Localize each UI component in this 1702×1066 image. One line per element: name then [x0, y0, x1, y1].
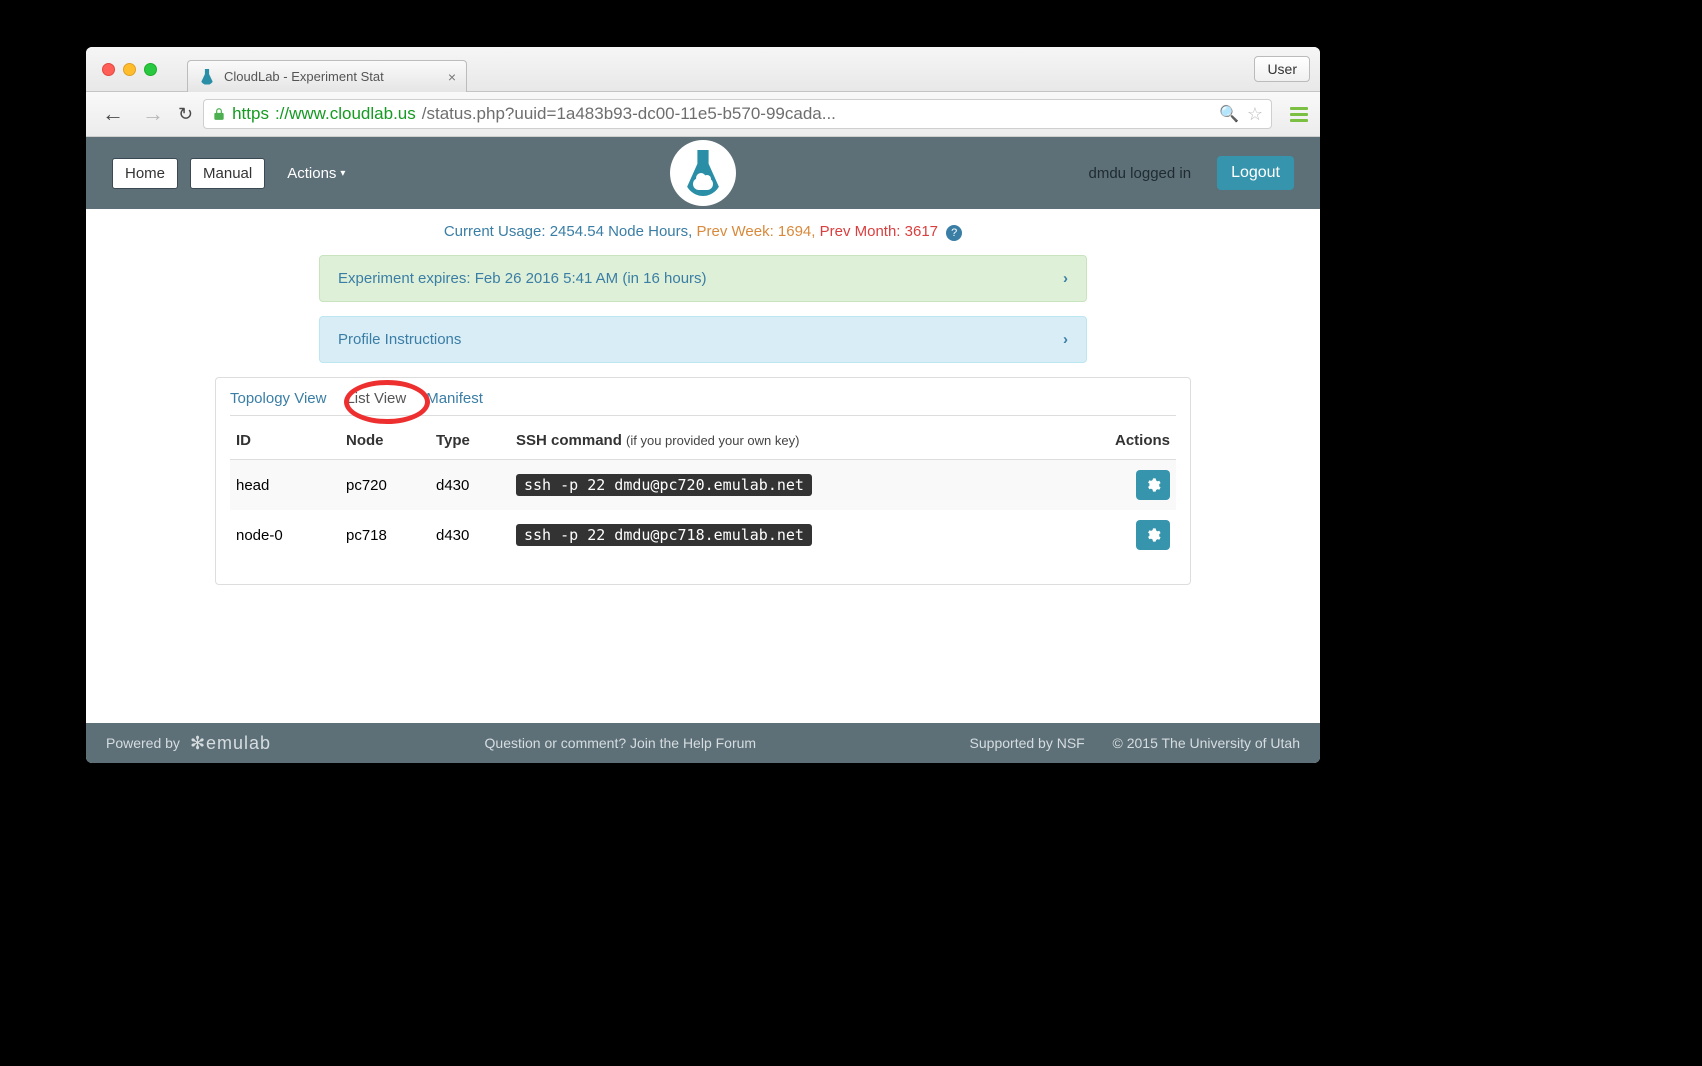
expiry-text: Experiment expires: Feb 26 2016 5:41 AM …: [338, 270, 707, 287]
chevron-down-icon: ▾: [340, 168, 345, 179]
url-host: ://www.cloudlab.us: [275, 104, 416, 124]
cell-node: pc718: [340, 510, 430, 560]
emulab-logo[interactable]: ✻emulab: [190, 733, 271, 754]
powered-by-label: Powered by: [106, 735, 180, 751]
star-icon[interactable]: ☆: [1247, 104, 1263, 125]
copyright-label: © 2015 The University of Utah: [1113, 735, 1300, 751]
actions-dropdown[interactable]: Actions ▾: [277, 159, 355, 188]
col-type: Type: [430, 422, 510, 460]
usage-current-value: 2454.54 Node Hours,: [550, 223, 693, 240]
tab-title: CloudLab - Experiment Stat: [224, 69, 384, 84]
row-actions-button[interactable]: [1136, 470, 1170, 500]
expiry-panel[interactable]: Experiment expires: Feb 26 2016 5:41 AM …: [319, 255, 1087, 302]
manual-button[interactable]: Manual: [190, 158, 265, 189]
ssh-command[interactable]: ssh -p 22 dmdu@pc720.emulab.net: [516, 474, 812, 496]
cloudlab-logo[interactable]: [670, 140, 736, 206]
usage-prev-month: Prev Month: 3617: [820, 223, 938, 240]
browser-window: CloudLab - Experiment Stat × User ← → ↻ …: [86, 47, 1320, 763]
actions-label: Actions: [287, 165, 336, 182]
col-ssh: SSH command (if you provided your own ke…: [510, 422, 1096, 460]
cell-id: node-0: [230, 510, 340, 560]
help-icon[interactable]: ?: [946, 225, 962, 241]
col-ssh-label: SSH command: [516, 432, 622, 449]
usage-prev-week: Prev Week: 1694,: [696, 223, 815, 240]
cell-id: head: [230, 460, 340, 511]
chevron-right-icon: ›: [1063, 270, 1068, 287]
browser-toolbar: ← → ↻ https ://www.cloudlab.us/status.php…: [86, 92, 1320, 137]
app-footer: Powered by ✻emulab Question or comment? …: [86, 723, 1320, 763]
logout-button[interactable]: Logout: [1217, 156, 1294, 190]
search-icon[interactable]: 🔍: [1219, 104, 1239, 124]
list-container: Topology View List View Manifest ID Node…: [215, 377, 1191, 585]
favicon-icon: [198, 68, 216, 86]
user-button[interactable]: User: [1254, 56, 1310, 82]
ssh-command[interactable]: ssh -p 22 dmdu@pc718.emulab.net: [516, 524, 812, 546]
logged-in-label: dmdu logged in: [1088, 165, 1191, 182]
close-icon[interactable]: [102, 63, 115, 76]
instructions-text: Profile Instructions: [338, 331, 461, 348]
table-row: node-0 pc718 d430 ssh -p 22 dmdu@pc718.e…: [230, 510, 1176, 560]
tab-list-view[interactable]: List View: [346, 390, 406, 407]
reload-button[interactable]: ↻: [178, 104, 193, 125]
col-actions: Actions: [1096, 422, 1176, 460]
supported-by-label: Supported by NSF: [970, 735, 1085, 751]
menu-icon[interactable]: [1290, 107, 1308, 122]
maximize-icon[interactable]: [144, 63, 157, 76]
tab-topology-view[interactable]: Topology View: [230, 390, 326, 407]
back-button[interactable]: ←: [98, 101, 128, 127]
address-bar[interactable]: https ://www.cloudlab.us/status.php?uuid=…: [203, 99, 1272, 129]
url-path: /status.php?uuid=1a483b93-dc00-11e5-b570…: [422, 104, 836, 124]
usage-current-label: Current Usage:: [444, 223, 546, 240]
usage-summary: Current Usage: 2454.54 Node Hours, Prev …: [86, 223, 1320, 241]
forward-button: →: [138, 101, 168, 127]
cell-type: d430: [430, 460, 510, 511]
row-actions-button[interactable]: [1136, 520, 1170, 550]
app-navbar: Home Manual Actions ▾ dmdu logged in Log…: [86, 137, 1320, 209]
url-protocol: https: [232, 104, 269, 124]
tab-close-icon[interactable]: ×: [448, 69, 456, 85]
col-node: Node: [340, 422, 430, 460]
table-row: head pc720 d430 ssh -p 22 dmdu@pc720.emu…: [230, 460, 1176, 511]
browser-tab[interactable]: CloudLab - Experiment Stat ×: [187, 60, 467, 92]
home-button[interactable]: Home: [112, 158, 178, 189]
nodes-table: ID Node Type SSH command (if you provide…: [230, 422, 1176, 560]
cell-node: pc720: [340, 460, 430, 511]
col-id: ID: [230, 422, 340, 460]
instructions-panel[interactable]: Profile Instructions ›: [319, 316, 1087, 363]
view-tabs: Topology View List View Manifest: [230, 390, 1176, 416]
main-content: Current Usage: 2454.54 Node Hours, Prev …: [86, 209, 1320, 723]
chevron-right-icon: ›: [1063, 331, 1068, 348]
lock-icon: [212, 106, 226, 122]
help-forum-link[interactable]: Question or comment? Join the Help Forum: [485, 735, 757, 751]
titlebar: CloudLab - Experiment Stat × User: [86, 47, 1320, 92]
minimize-icon[interactable]: [123, 63, 136, 76]
gear-icon: [1145, 527, 1161, 543]
window-controls: [102, 63, 157, 76]
tab-manifest[interactable]: Manifest: [426, 390, 483, 407]
cell-type: d430: [430, 510, 510, 560]
gear-icon: [1145, 477, 1161, 493]
col-ssh-note: (if you provided your own key): [626, 433, 799, 448]
